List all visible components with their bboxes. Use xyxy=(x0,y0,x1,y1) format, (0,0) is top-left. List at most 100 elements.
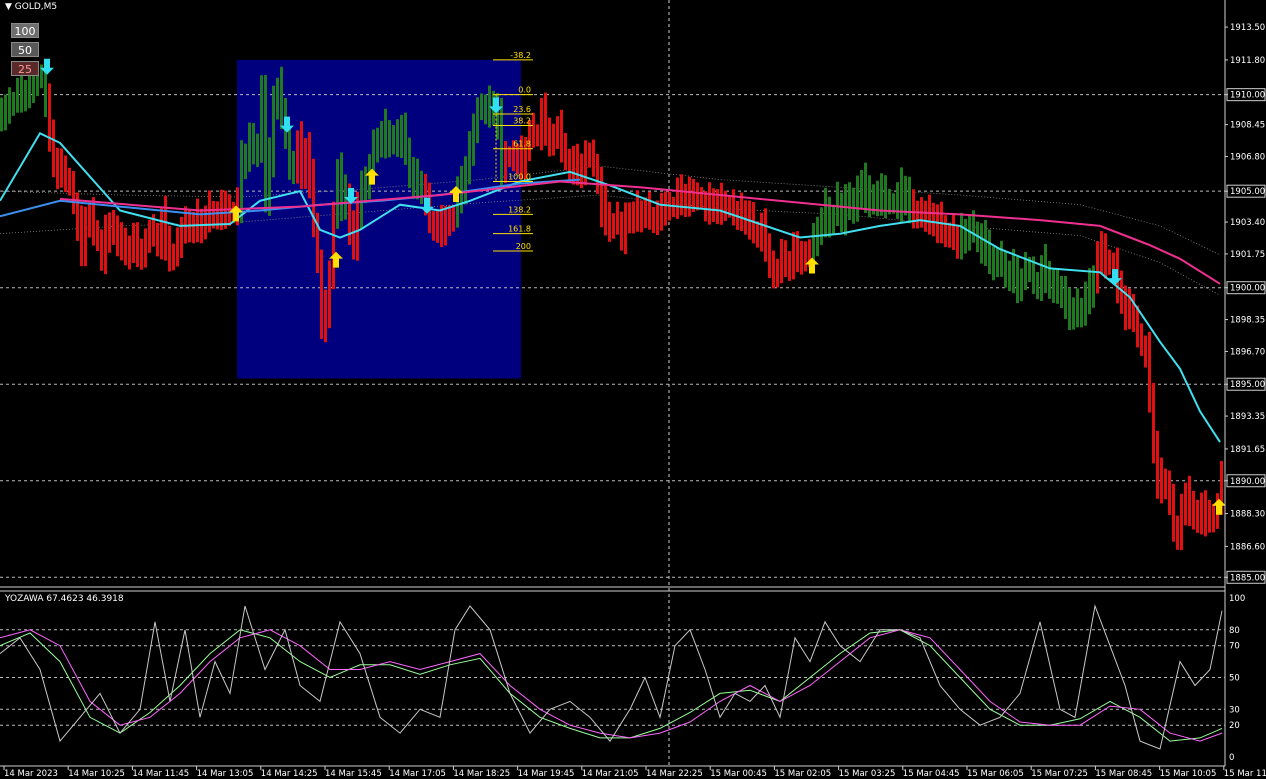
price-tick-label: 1888.30 xyxy=(1230,510,1265,520)
price-bar xyxy=(420,170,423,204)
time-tick-label: 14 Mar 17:05 xyxy=(389,769,446,779)
time-tick-label: 14 Mar 13:05 xyxy=(197,769,254,779)
price-bar xyxy=(476,97,479,144)
time-tick-label: 14 Mar 22:25 xyxy=(646,769,703,779)
oscillator-tick-label: 20 xyxy=(1229,721,1240,731)
price-bar xyxy=(52,119,55,178)
price-bar xyxy=(880,173,883,216)
price-bar xyxy=(124,227,127,266)
price-bar xyxy=(708,182,711,225)
oscillator-title: YOZAWA 67.4623 46.3918 xyxy=(5,594,124,604)
price-bar xyxy=(568,148,571,182)
price-bar xyxy=(332,201,335,290)
oscillator-tick-label: 0 xyxy=(1229,753,1234,763)
price-bar xyxy=(552,123,555,156)
price-bar xyxy=(600,167,603,228)
time-tick-label: 15 Mar 02:05 xyxy=(774,769,831,779)
price-bar xyxy=(1144,335,1147,368)
price-bar xyxy=(984,219,987,266)
collapse-triangle-icon[interactable]: ▼ xyxy=(5,2,12,12)
price-bar xyxy=(360,170,363,229)
price-bar xyxy=(612,213,615,239)
price-bar xyxy=(0,97,3,132)
price-bar xyxy=(248,122,251,172)
price-bar xyxy=(444,206,447,246)
time-tick-label: 14 Mar 15:45 xyxy=(325,769,382,779)
price-tick-label: 1896.70 xyxy=(1230,347,1265,357)
price-bar xyxy=(108,212,111,253)
price-bar xyxy=(768,233,771,278)
price-bar xyxy=(180,216,183,258)
price-bar xyxy=(460,165,463,214)
price-bar xyxy=(452,206,455,232)
price-bar xyxy=(364,166,367,204)
price-bar xyxy=(964,218,967,254)
price-bar xyxy=(352,210,355,260)
price-bar xyxy=(1080,297,1083,328)
time-tick-label: 14 Mar 19:45 xyxy=(518,769,575,779)
price-bar xyxy=(916,200,919,229)
price-bar xyxy=(864,162,867,213)
price-bar xyxy=(196,198,199,243)
price-bar xyxy=(396,119,399,157)
price-tick-label: 1898.35 xyxy=(1230,316,1265,326)
price-bar xyxy=(1076,288,1079,328)
price-bar xyxy=(160,208,163,260)
price-bar xyxy=(380,121,383,158)
price-bar xyxy=(1052,269,1055,303)
price-tick-label: 1890.00 xyxy=(1230,477,1265,487)
price-bar xyxy=(860,170,863,209)
level-button-25[interactable]: 25 xyxy=(11,61,39,76)
time-tick-label: 14 Mar 10:25 xyxy=(68,769,125,779)
price-bar xyxy=(652,207,655,234)
fib-level-label: 161.8 xyxy=(508,225,531,234)
price-bar xyxy=(336,159,339,229)
price-bar xyxy=(1192,490,1195,530)
price-tick-label: 1911.80 xyxy=(1230,56,1265,66)
time-tick-label: 15 Mar 06:05 xyxy=(967,769,1024,779)
price-bar xyxy=(1060,276,1063,308)
oscillator-tick-label: 80 xyxy=(1229,626,1240,636)
price-bar xyxy=(904,175,907,216)
price-bar xyxy=(84,206,87,267)
price-bar xyxy=(384,108,387,159)
trading-chart[interactable]: -38.20.023.638.261.8100.0138.2161.8200 1… xyxy=(0,0,1266,779)
price-bar xyxy=(960,212,963,260)
price-bar xyxy=(164,195,167,261)
price-bar xyxy=(676,177,679,219)
price-bar xyxy=(596,153,599,194)
price-bar xyxy=(448,205,451,236)
price-tick-label: 1913.50 xyxy=(1230,23,1265,33)
price-bar xyxy=(296,130,299,184)
price-bar xyxy=(1204,490,1207,537)
price-bar xyxy=(1056,268,1059,304)
time-tick-label: 15 Mar 11:2 xyxy=(1224,769,1266,779)
price-bar xyxy=(128,235,131,270)
price-bar xyxy=(144,228,147,268)
level-button-50[interactable]: 50 xyxy=(11,42,39,57)
price-bar xyxy=(852,187,855,224)
price-bar xyxy=(60,148,63,188)
price-bar xyxy=(588,142,591,168)
price-bar xyxy=(1212,503,1215,533)
fib-level-label: 200 xyxy=(516,242,531,251)
level-button-100[interactable]: 100 xyxy=(11,23,39,38)
price-tick-label: 1900.00 xyxy=(1230,284,1265,294)
price-bar xyxy=(1084,281,1087,326)
price-bar xyxy=(1156,430,1159,499)
price-bar xyxy=(628,202,631,234)
price-bar xyxy=(992,246,995,281)
price-bar xyxy=(244,143,247,180)
price-bar xyxy=(312,158,315,238)
price-bar xyxy=(1136,305,1139,348)
price-bar xyxy=(624,202,627,255)
price-bar xyxy=(1068,287,1071,331)
price-bar xyxy=(148,219,151,253)
price-bar xyxy=(776,258,779,288)
price-bar xyxy=(24,80,27,112)
price-bar xyxy=(276,77,279,120)
price-bar xyxy=(640,200,643,233)
price-bar xyxy=(104,214,107,275)
price-bar xyxy=(504,141,507,183)
price-bar xyxy=(780,238,783,284)
